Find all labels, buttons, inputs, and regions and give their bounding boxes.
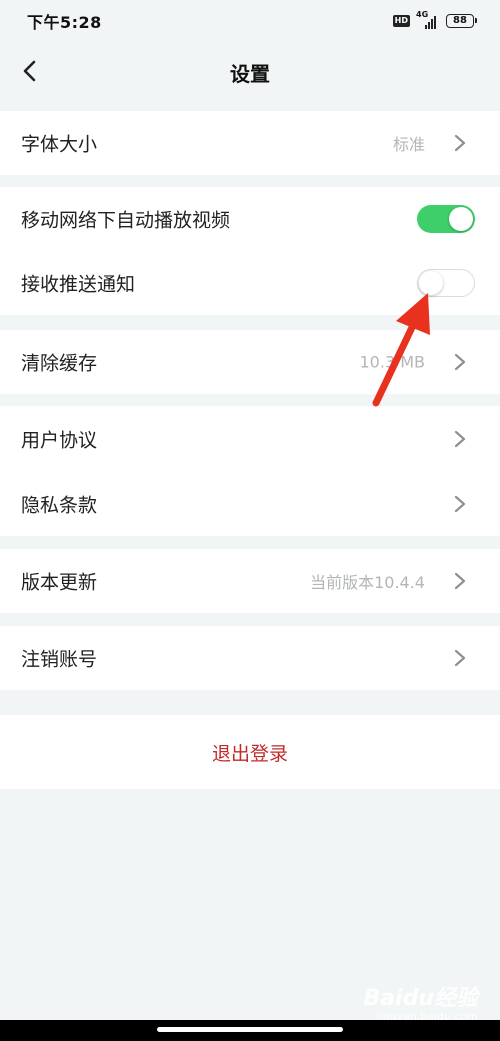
navigation-bar: 设置 <box>0 42 500 100</box>
font-size-row[interactable]: 字体大小 标准 <box>0 111 500 175</box>
hd-icon: HD <box>392 15 410 27</box>
delete-account-label: 注销账号 <box>21 648 98 671</box>
autoplay-video-toggle[interactable] <box>417 205 475 233</box>
settings-group-version: 版本更新 当前版本10.4.4 <box>0 549 500 613</box>
font-size-label: 字体大小 <box>21 133 98 156</box>
autoplay-video-label: 移动网络下自动播放视频 <box>21 209 231 232</box>
chevron-right-icon <box>454 134 466 152</box>
user-agreement-row[interactable]: 用户协议 <box>0 406 500 471</box>
status-time: 下午5:28 <box>27 13 102 32</box>
toggle-knob <box>449 207 473 231</box>
settings-group-account: 注销账号 <box>0 626 500 690</box>
privacy-policy-label: 隐私条款 <box>21 494 98 516</box>
annotation-arrow-icon <box>372 293 430 407</box>
status-bar: 下午5:28 HD 4G 88 <box>0 0 500 42</box>
status-icons: HD 4G 88 <box>392 10 477 29</box>
page-title: 设置 <box>230 62 270 86</box>
logout-button[interactable]: 退出登录 <box>0 715 500 789</box>
watermark-logo: Baidu经验 <box>363 986 478 1011</box>
logout-label: 退出登录 <box>211 742 288 765</box>
battery-level: 88 <box>453 15 467 26</box>
user-agreement-label: 用户协议 <box>21 429 98 451</box>
signal-icon: 4G <box>416 10 440 29</box>
font-size-value: 标准 <box>392 135 425 154</box>
autoplay-video-row: 移动网络下自动播放视频 <box>0 187 500 251</box>
home-indicator[interactable] <box>157 1027 343 1032</box>
clear-cache-label: 清除缓存 <box>21 352 98 375</box>
settings-group-legal: 用户协议 隐私条款 <box>0 406 500 536</box>
version-update-label: 版本更新 <box>21 571 98 594</box>
current-version-value: 当前版本10.4.4 <box>310 573 425 592</box>
delete-account-row[interactable]: 注销账号 <box>0 626 500 690</box>
chevron-right-icon <box>454 649 466 667</box>
chevron-right-icon <box>454 430 466 447</box>
chevron-right-icon <box>454 495 466 512</box>
battery-icon: 88 <box>446 14 477 28</box>
chevron-right-icon <box>454 353 466 371</box>
push-notifications-label: 接收推送通知 <box>21 273 136 296</box>
chevron-right-icon <box>454 572 466 590</box>
watermark: Baidu经验 jingyan.baidu.com <box>358 980 478 1024</box>
privacy-policy-row[interactable]: 隐私条款 <box>0 471 500 536</box>
version-update-row[interactable]: 版本更新 当前版本10.4.4 <box>0 549 500 613</box>
settings-group-display: 字体大小 标准 <box>0 111 500 175</box>
